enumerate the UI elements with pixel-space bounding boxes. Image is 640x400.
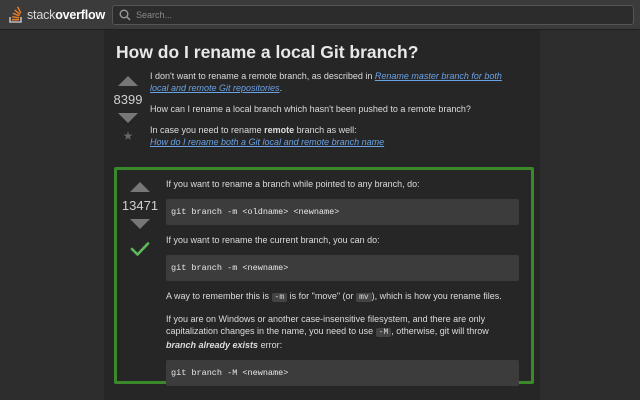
stackoverflow-logo-icon <box>9 6 22 23</box>
stackoverflow-logo[interactable]: stackoverflow <box>8 5 108 25</box>
inline-code-mv: mv <box>356 293 372 302</box>
question-vote-column: 8399 ★ <box>110 76 146 143</box>
question-link-rename-local-remote[interactable]: How do I rename both a Git local and rem… <box>150 137 384 147</box>
answer-vote-count: 13471 <box>121 198 159 213</box>
answer-paragraph-2: If you want to rename the current branch… <box>166 235 380 245</box>
inline-code-m: -m <box>271 293 288 302</box>
question-upvote-button[interactable] <box>118 76 138 86</box>
question-vote-count: 8399 <box>113 92 143 107</box>
search-input[interactable] <box>132 7 633 23</box>
answer-downvote-button[interactable] <box>130 219 150 229</box>
answer-paragraph-4: If you are on Windows or another case-in… <box>166 314 489 350</box>
answer-upvote-button[interactable] <box>130 182 150 192</box>
code-block-1: git branch -m <oldname> <newname> <box>166 199 519 225</box>
question-paragraph-2: How can I rename a local branch which ha… <box>150 104 471 114</box>
answer-paragraph-3: A way to remember this is -m is for "mov… <box>166 291 502 302</box>
question-paragraph-1: I don't want to rename a remote branch, … <box>150 71 502 93</box>
favorite-star-icon[interactable]: ★ <box>123 129 134 143</box>
question-downvote-button[interactable] <box>118 113 138 123</box>
question-body: I don't want to rename a remote branch, … <box>150 70 520 148</box>
inline-code-M: -M <box>375 328 392 337</box>
answer-body: If you want to rename a branch while poi… <box>166 178 519 395</box>
search-icon <box>119 9 131 21</box>
question-paragraph-3: In case you need to rename remote branch… <box>150 125 385 147</box>
code-block-3: git branch -M <newname> <box>166 360 519 386</box>
logo-text: stackoverflow <box>27 8 105 22</box>
answer-vote-column: 13471 <box>122 182 158 257</box>
search-bar[interactable] <box>112 5 634 25</box>
accepted-check-icon <box>130 242 150 256</box>
top-bar: stackoverflow <box>0 0 640 30</box>
code-block-2: git branch -m <newname> <box>166 255 519 281</box>
answer-paragraph-1: If you want to rename a branch while poi… <box>166 179 420 189</box>
question-title[interactable]: How do I rename a local Git branch? <box>116 42 418 63</box>
